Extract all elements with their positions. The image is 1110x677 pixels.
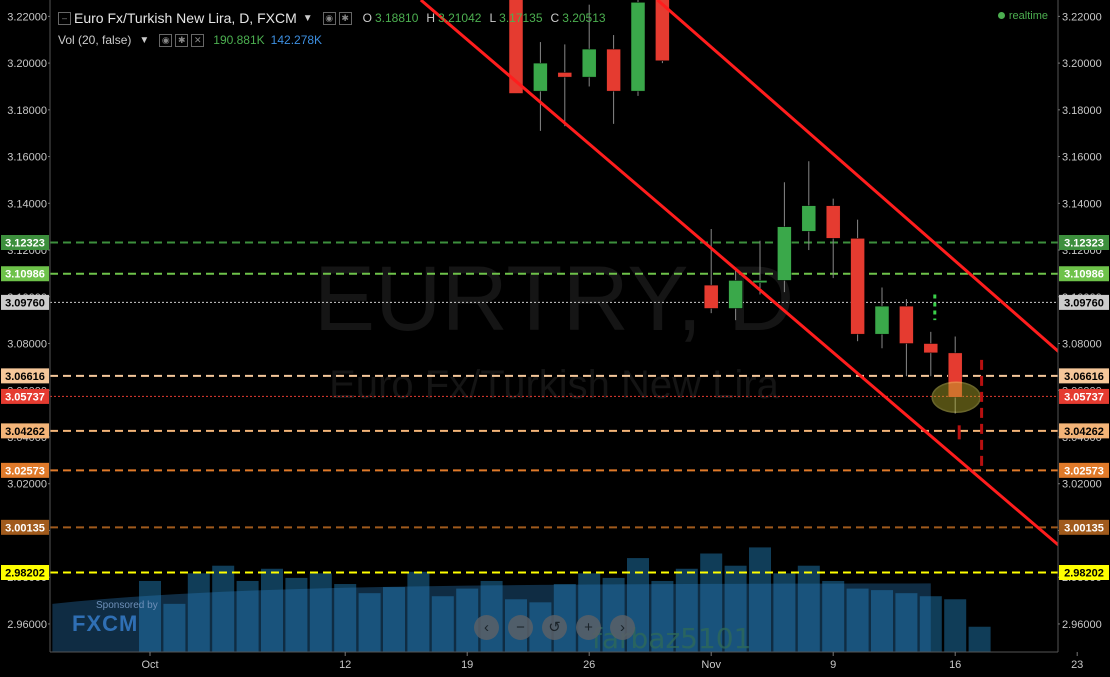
symbol-title[interactable]: Euro Fx/Turkish New Lira, D, FXCM (74, 10, 297, 26)
y-tick-label: 2.96000 (1062, 619, 1102, 631)
reset-button[interactable]: ↺ (542, 615, 567, 640)
chart-legend: – Euro Fx/Turkish New Lira, D, FXCM ▼ ◉ … (58, 8, 606, 52)
candle-body (533, 62, 548, 92)
highlight-ellipse (931, 381, 981, 414)
y-tick-label: 3.20000 (1062, 58, 1102, 70)
close-icon[interactable]: ✕ (191, 33, 205, 47)
price-label: 3.05737 (1064, 391, 1104, 403)
candle-body (752, 280, 768, 284)
candle-body (728, 280, 743, 309)
x-tick-label: Oct (141, 659, 158, 671)
candle-body (850, 238, 865, 335)
price-label: 3.09760 (1064, 297, 1104, 309)
candle-body (581, 48, 597, 78)
y-tick-label: 3.08000 (7, 339, 47, 351)
candle-body (630, 2, 646, 92)
price-chart[interactable]: EURTRY, D Euro Fx/Turkish New Lira 3.22000… (0, 0, 1110, 677)
watermark-symbol: EURTRY, D (314, 248, 795, 350)
x-tick-label: 12 (339, 659, 351, 671)
chevron-down-icon[interactable]: ▼ (303, 13, 313, 24)
fxcm-logo: FXCM (72, 611, 139, 636)
y-tick-label: 3.16000 (7, 152, 47, 164)
y-tick-label: 3.14000 (7, 198, 47, 210)
price-label: 3.02573 (1064, 465, 1104, 477)
y-tick-label: 3.14000 (1062, 198, 1102, 210)
high-label: H (426, 11, 436, 25)
chevron-down-icon[interactable]: ▼ (139, 35, 149, 46)
gear-icon[interactable]: ✱ (338, 11, 352, 25)
price-label: 3.10986 (1064, 269, 1104, 281)
price-label: 3.12323 (5, 238, 45, 250)
y-tick-label: 3.16000 (1062, 152, 1102, 164)
low-value: 3.17135 (499, 11, 543, 25)
scroll-left-button[interactable]: ‹ (474, 615, 499, 640)
price-label: 3.00135 (1064, 522, 1104, 534)
y-tick-label: 3.18000 (1062, 105, 1102, 117)
price-label: 3.00135 (5, 522, 45, 534)
price-label: 2.98202 (5, 567, 45, 579)
collapse-icon[interactable]: – (58, 11, 71, 25)
y-tick-label: 3.02000 (1062, 479, 1102, 491)
price-label: 3.02573 (5, 465, 45, 477)
y-tick-label: 3.02000 (7, 479, 47, 491)
high-value: 3.21042 (438, 11, 482, 25)
x-tick-label: 23 (1071, 659, 1083, 671)
open-label: O (362, 11, 372, 25)
sponsor-logo[interactable]: Sponsored by FXCM (72, 600, 158, 637)
volume-indicator-label[interactable]: Vol (20, false) (58, 33, 131, 47)
y-tick-label: 3.22000 (1062, 11, 1102, 23)
y-tick-label: 2.96000 (7, 619, 47, 631)
volume-value: 190.881K (213, 33, 265, 47)
y-tick-label: 3.22000 (7, 11, 47, 23)
low-label: L (489, 11, 497, 25)
candle-body (703, 284, 719, 309)
candle-body (606, 48, 621, 92)
x-tick-label: Nov (701, 659, 721, 671)
price-label: 3.04262 (5, 426, 45, 438)
volume-ma-value: 142.278K (270, 33, 323, 47)
price-label: 3.09760 (5, 297, 45, 309)
x-tick-label: 9 (830, 659, 836, 671)
chart-navigation: ‹ − ↺ + › (474, 615, 635, 640)
zoom-out-button[interactable]: − (508, 615, 533, 640)
candle-body (874, 305, 890, 335)
gear-icon[interactable]: ✱ (175, 33, 189, 47)
price-label: 3.12323 (1064, 238, 1104, 250)
close-value: 3.20513 (562, 11, 606, 25)
price-label: 2.98202 (1064, 567, 1104, 579)
price-label: 3.04262 (1064, 426, 1104, 438)
x-tick-label: 19 (461, 659, 473, 671)
x-tick-label: 26 (583, 659, 595, 671)
candle-body (557, 72, 573, 78)
open-value: 3.18810 (375, 11, 419, 25)
eye-icon[interactable]: ◉ (322, 11, 336, 25)
y-tick-label: 3.18000 (7, 105, 47, 117)
volume-bar (968, 626, 991, 652)
realtime-status: realtime (997, 10, 1048, 22)
price-label: 3.06616 (5, 371, 45, 383)
y-tick-label: 3.20000 (7, 58, 47, 70)
candle-body (801, 205, 817, 232)
candle-body (825, 205, 841, 239)
x-tick-label: 16 (949, 659, 961, 671)
candle-body (899, 305, 914, 344)
close-label: C (550, 11, 560, 25)
status-dot-icon (997, 12, 1005, 19)
zoom-in-button[interactable]: + (576, 615, 601, 640)
sponsor-label: Sponsored by (96, 600, 158, 611)
y-tick-label: 3.08000 (1062, 339, 1102, 351)
price-label: 3.05737 (5, 391, 45, 403)
eye-icon[interactable]: ◉ (159, 33, 173, 47)
candle-body (777, 226, 792, 281)
candle-body (923, 343, 939, 354)
price-label: 3.10986 (5, 269, 45, 281)
price-label: 3.06616 (1064, 371, 1104, 383)
scroll-right-button[interactable]: › (610, 615, 635, 640)
watermark-name: Euro Fx/Turkish New Lira (329, 363, 780, 407)
volume-bar (944, 599, 967, 652)
